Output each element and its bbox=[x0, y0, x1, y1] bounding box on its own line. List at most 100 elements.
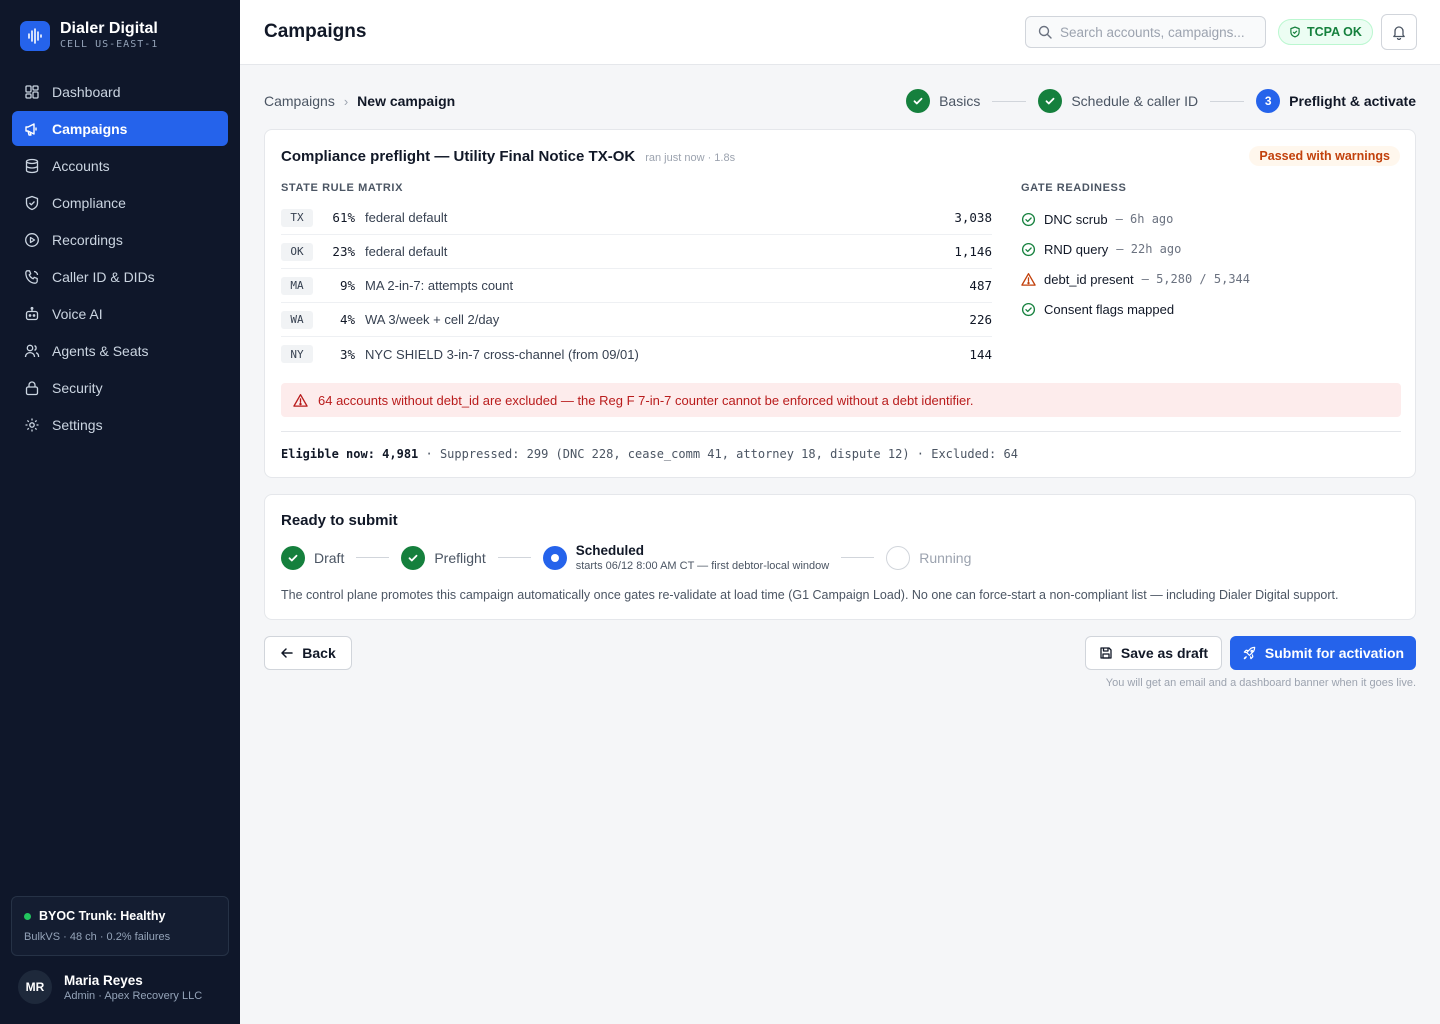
submit-note: The control plane promotes this campaign… bbox=[281, 588, 1339, 602]
exclusion-alert: 64 accounts without debt_id are excluded… bbox=[281, 383, 1401, 417]
list-item: DNC scrub — 6h ago bbox=[1021, 204, 1250, 234]
gate-label: Consent flags mapped bbox=[1044, 301, 1175, 317]
sidebar-item-label: Compliance bbox=[52, 194, 126, 211]
wizard-step-label: Schedule & caller ID bbox=[1071, 93, 1199, 109]
timeline-connector bbox=[497, 557, 531, 558]
step-number: 3 bbox=[1256, 89, 1281, 113]
submit-hint: You will get an email and a dashboard ba… bbox=[1105, 677, 1416, 689]
sidebar-item-label: Dashboard bbox=[52, 83, 121, 100]
wizard-step-basics[interactable]: Basics bbox=[906, 89, 980, 113]
step-connector bbox=[992, 100, 1027, 102]
trunk-detail: BulkVS · 48 ch · 0.2% failures bbox=[24, 931, 171, 943]
list-item: Consent flags mapped bbox=[1021, 294, 1250, 324]
sidebar-item-label: Settings bbox=[52, 416, 103, 433]
state-pct: 3% bbox=[339, 346, 355, 362]
sidebar-item-dashboard[interactable]: Dashboard bbox=[12, 74, 228, 109]
check-icon bbox=[1038, 89, 1063, 113]
list-item: debt_id present — 5,280 / 5,344 bbox=[1021, 264, 1250, 294]
eligible-count: Eligible now: 4,981 bbox=[281, 447, 419, 461]
avatar: MR bbox=[18, 970, 52, 1004]
state-rule: MA 2-in-7: attempts count bbox=[365, 278, 514, 293]
user-profile[interactable]: MR Maria Reyes Admin · Apex Recovery LLC bbox=[18, 970, 202, 1004]
rocket-icon bbox=[1243, 646, 1256, 659]
pending-circle-icon bbox=[886, 545, 911, 570]
wizard-step-preflight[interactable]: 3 Preflight & activate bbox=[1256, 89, 1416, 113]
search-box[interactable] bbox=[1025, 16, 1266, 48]
wizard-step-label: Basics bbox=[939, 93, 981, 109]
state-pct: 4% bbox=[339, 312, 355, 327]
brand[interactable]: Dialer Digital CELL US-EAST-1 bbox=[20, 20, 158, 51]
sidebar-item-voice-ai[interactable]: Voice AI bbox=[12, 296, 228, 331]
table-row[interactable]: WA 4% WA 3/week + cell 2/day 226 bbox=[281, 303, 992, 337]
table-row[interactable]: MA 9% MA 2-in-7: attempts count 487 bbox=[281, 269, 992, 303]
timeline-label: Running bbox=[919, 549, 972, 566]
tcpa-status-badge[interactable]: TCPA OK bbox=[1278, 19, 1373, 45]
trunk-status[interactable]: BYOC Trunk: Healthy BulkVS · 48 ch · 0.2… bbox=[11, 896, 229, 956]
state-pct: 9% bbox=[339, 278, 355, 293]
page-title: Campaigns bbox=[264, 21, 367, 42]
table-row[interactable]: TX 61% federal default 3,038 bbox=[281, 201, 992, 235]
timeline-connector bbox=[841, 557, 875, 558]
submit-card-title: Ready to submit bbox=[281, 512, 398, 529]
sidebar-item-label: Agents & Seats bbox=[52, 342, 149, 359]
alert-text: 64 accounts without debt_id are excluded… bbox=[318, 392, 974, 408]
submit-label: Submit for activation bbox=[1264, 645, 1405, 661]
timeline-label: Draft bbox=[314, 549, 345, 566]
timeline-step-preflight: Preflight bbox=[401, 545, 486, 570]
check-circle-icon bbox=[1021, 242, 1036, 256]
search-input[interactable] bbox=[1060, 24, 1260, 40]
check-circle-icon bbox=[1021, 302, 1036, 316]
gate-readiness-list: DNC scrub — 6h ago RND query — 22h ago d… bbox=[1021, 204, 1250, 324]
sidebar-item-settings[interactable]: Settings bbox=[12, 407, 228, 442]
preflight-title: Compliance preflight — Utility Final Not… bbox=[281, 148, 636, 165]
topbar: Campaigns TCPA OK bbox=[240, 0, 1440, 65]
status-badge: Passed with warnings bbox=[1249, 146, 1400, 166]
sidebar-item-recordings[interactable]: Recordings bbox=[12, 222, 228, 257]
sidebar-item-agents[interactable]: Agents & Seats bbox=[12, 333, 228, 368]
divider bbox=[281, 431, 1401, 432]
sidebar-item-accounts[interactable]: Accounts bbox=[12, 148, 228, 183]
sidebar-item-compliance[interactable]: Compliance bbox=[12, 185, 228, 220]
wizard-step-label: Preflight & activate bbox=[1289, 93, 1416, 109]
table-row[interactable]: NY 3% NYC SHIELD 3-in-7 cross-channel (f… bbox=[281, 337, 992, 371]
timeline-label: Scheduled bbox=[575, 543, 644, 558]
shield-check-icon bbox=[1290, 26, 1300, 38]
check-circle-icon bbox=[1021, 212, 1036, 226]
sidebar-item-label: Security bbox=[52, 379, 103, 396]
wizard-steps: Basics Schedule & caller ID 3 Preflight … bbox=[906, 89, 1416, 113]
state-rule: WA 3/week + cell 2/day bbox=[365, 312, 500, 327]
sidebar-item-security[interactable]: Security bbox=[12, 370, 228, 405]
back-label: Back bbox=[302, 645, 336, 661]
submit-activation-button[interactable]: Submit for activation bbox=[1230, 636, 1416, 670]
gate-meta: — 22h ago bbox=[1116, 242, 1182, 256]
bell-icon bbox=[1393, 26, 1405, 40]
lifecycle-timeline: Draft Preflight Scheduled starts 06/12 8… bbox=[281, 543, 971, 572]
breadcrumb: Campaigns › New campaign bbox=[264, 93, 455, 109]
tcpa-badge-label: TCPA OK bbox=[1307, 25, 1362, 39]
state-pct: 61% bbox=[332, 210, 355, 225]
arrow-left-icon bbox=[281, 648, 294, 658]
check-icon bbox=[906, 89, 931, 113]
table-row[interactable]: OK 23% federal default 1,146 bbox=[281, 235, 992, 269]
users-icon bbox=[24, 344, 40, 357]
state-count: 1,146 bbox=[954, 244, 992, 259]
megaphone-icon bbox=[25, 122, 37, 136]
status-dot bbox=[24, 912, 31, 920]
sidebar-item-campaigns[interactable]: Campaigns bbox=[12, 111, 228, 146]
database-icon bbox=[25, 158, 39, 173]
sidebar-item-label: Caller ID & DIDs bbox=[52, 268, 155, 285]
back-button[interactable]: Back bbox=[264, 636, 352, 670]
preflight-meta: ran just now · 1.8s bbox=[645, 152, 736, 164]
gate-label: DNC scrub bbox=[1044, 211, 1108, 227]
state-code: MA bbox=[281, 276, 313, 295]
gates-label: GATE READINESS bbox=[1021, 182, 1127, 194]
notifications-button[interactable] bbox=[1381, 14, 1417, 50]
wizard-step-schedule[interactable]: Schedule & caller ID bbox=[1038, 89, 1198, 113]
gate-label: RND query bbox=[1044, 241, 1109, 257]
breadcrumb-parent[interactable]: Campaigns bbox=[264, 93, 335, 109]
play-circle-icon bbox=[25, 232, 39, 247]
sidebar-item-caller-id[interactable]: Caller ID & DIDs bbox=[12, 259, 228, 294]
bot-icon bbox=[25, 306, 39, 320]
current-dot-icon bbox=[542, 545, 567, 570]
save-draft-button[interactable]: Save as draft bbox=[1085, 636, 1222, 670]
